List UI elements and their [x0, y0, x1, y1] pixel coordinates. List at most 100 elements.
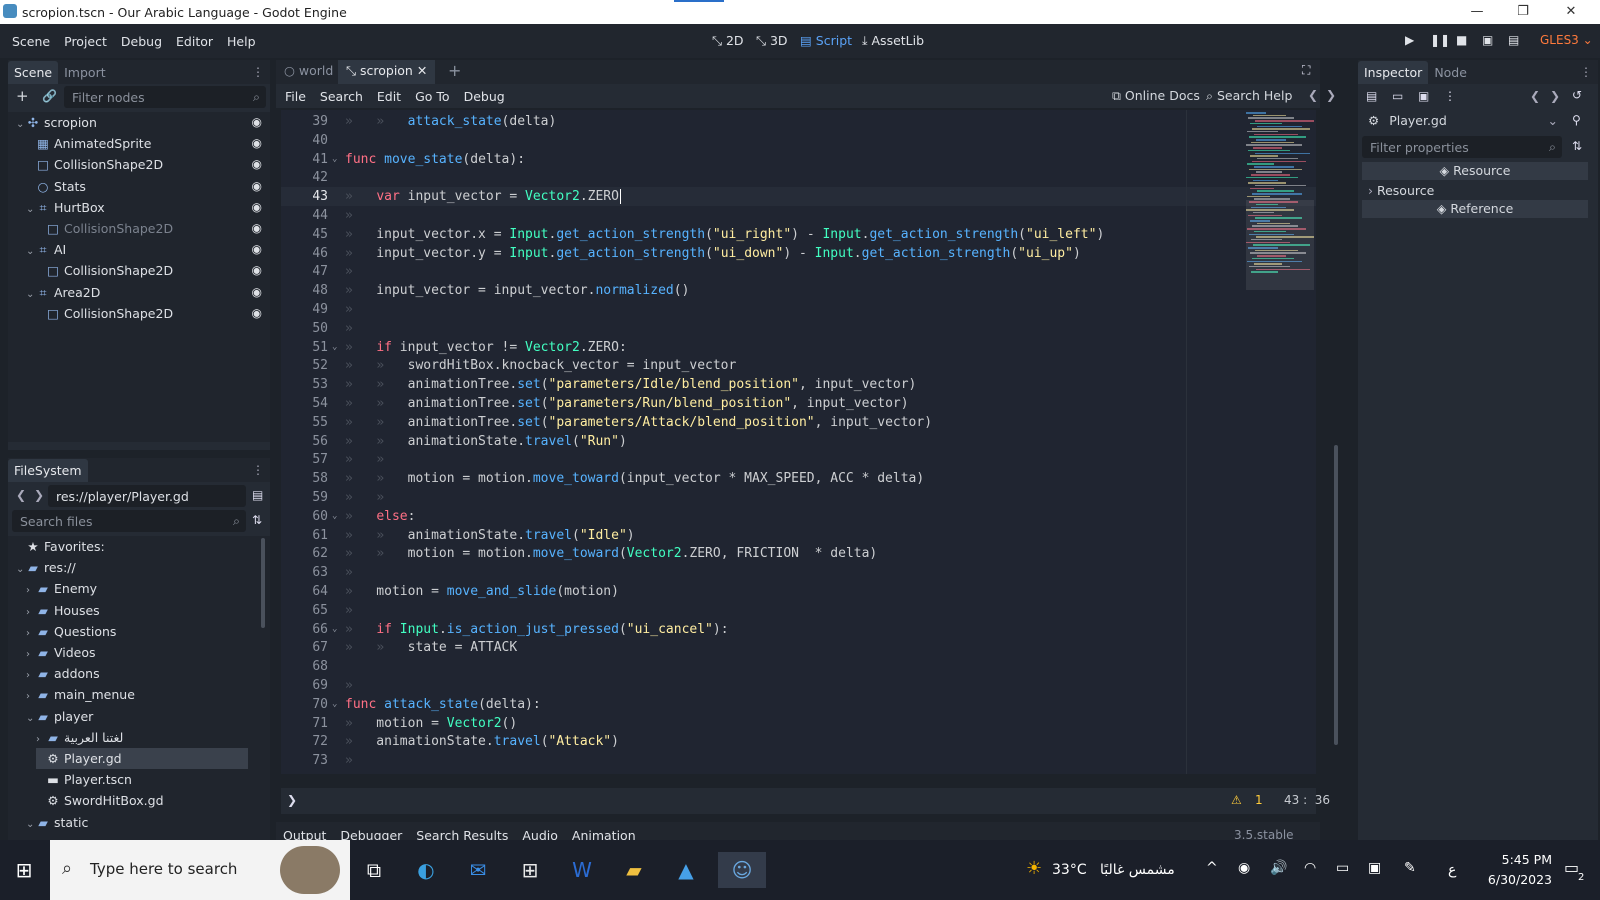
workspace-script-button[interactable]: ▤ Script: [800, 33, 852, 48]
path-field[interactable]: res://player/Player.gd: [48, 485, 246, 507]
input-language[interactable]: ع: [1448, 862, 1456, 878]
file-tree-item[interactable]: ★ Favorites:: [16, 536, 248, 557]
visibility-eye-icon[interactable]: ◉: [252, 133, 262, 154]
back-icon[interactable]: ❮: [16, 488, 26, 502]
distraction-free-icon[interactable]: ⛶: [1302, 63, 1310, 78]
new-resource-icon[interactable]: ▤: [1366, 89, 1377, 103]
code-line[interactable]: 55 » » animationTree.set("parameters/Atta…: [281, 413, 1316, 432]
expand-panel-icon[interactable]: ❯: [287, 793, 297, 807]
edge-icon[interactable]: ◐: [408, 852, 444, 888]
workspace-assetlib-button[interactable]: ⤓ AssetLib: [862, 33, 924, 49]
code-line[interactable]: 44 »: [281, 206, 1316, 225]
code-line[interactable]: 64 » motion = move_and_slide(motion): [281, 582, 1316, 601]
file-tree-item[interactable]: › ▰ main_menue: [26, 684, 248, 705]
add-tab-icon[interactable]: +: [448, 61, 461, 80]
code-line[interactable]: 54 » » animationTree.set("parameters/Run/…: [281, 394, 1316, 413]
object-selector[interactable]: ⚙ Player.gd ⌄: [1362, 110, 1562, 132]
chevron-right-icon[interactable]: ›: [36, 729, 46, 750]
chevron-down-icon[interactable]: ⌄: [26, 814, 36, 835]
file-tree-item[interactable]: › ▰ Videos: [26, 642, 248, 663]
visibility-eye-icon[interactable]: ◉: [252, 197, 262, 218]
code-line[interactable]: 47 »: [281, 262, 1316, 281]
minimap[interactable]: [1246, 112, 1314, 292]
scene-node[interactable]: ⌄ ⌗ AI ◉: [26, 239, 262, 260]
code-line[interactable]: 56 » » animationState.travel("Run"): [281, 432, 1316, 451]
scene-node[interactable]: □ CollisionShape2D ◉: [36, 303, 262, 324]
chevron-down-icon[interactable]: ⌄: [16, 114, 26, 135]
chevron-right-icon[interactable]: ›: [26, 580, 36, 601]
resource-menu-icon[interactable]: ⋮: [1444, 89, 1456, 103]
tab-world[interactable]: ○ world: [284, 63, 333, 78]
chevron-down-icon[interactable]: ⌄: [26, 708, 36, 729]
menu-help[interactable]: Help: [220, 34, 263, 49]
code-line[interactable]: 45 » input_vector.x = Input.get_action_st…: [281, 225, 1316, 244]
code-line[interactable]: 48 » input_vector = input_vector.normaliz…: [281, 281, 1316, 300]
code-line[interactable]: 58 » » motion = motion.move_toward(input_…: [281, 469, 1316, 488]
code-line[interactable]: 40: [281, 131, 1316, 150]
code-line[interactable]: 67 » » state = ATTACK: [281, 638, 1316, 657]
file-tree-item[interactable]: ⌄ ▰ static: [26, 812, 248, 833]
resource-group-row[interactable]: › Resource: [1368, 182, 1434, 200]
chevron-down-icon[interactable]: ⌄: [16, 559, 26, 580]
code-editor[interactable]: 39» » attack_state(delta) 40 41 ⌄ func move_…: [281, 110, 1316, 774]
chevron-down-icon[interactable]: ⌄: [26, 284, 36, 305]
filter-properties-input[interactable]: Filter properties ⌕: [1362, 136, 1562, 158]
renderer-select[interactable]: GLES3 ⌄: [1540, 33, 1593, 47]
script-menu-search[interactable]: Search: [313, 89, 370, 104]
volume-icon[interactable]: 🔊: [1270, 860, 1287, 876]
search-files-input[interactable]: Search files ⌕: [12, 510, 246, 532]
fs-scrollbar[interactable]: [261, 538, 265, 628]
chevron-right-icon[interactable]: ›: [26, 623, 36, 644]
dock-menu-icon[interactable]: ⋮: [252, 65, 264, 79]
visibility-eye-icon[interactable]: ◉: [252, 282, 262, 303]
scene-node[interactable]: ○ Stats ◉: [26, 176, 262, 197]
script-menu-edit[interactable]: Edit: [370, 89, 408, 104]
code-line[interactable]: 46 » input_vector.y = Input.get_action_st…: [281, 244, 1316, 263]
word-icon[interactable]: W: [564, 852, 600, 888]
scene-node[interactable]: ⌄ ⌗ Area2D ◉: [26, 282, 262, 303]
code-line[interactable]: 39 » » attack_state(delta): [281, 112, 1316, 131]
godot-taskbar-icon[interactable]: ☺: [718, 852, 766, 888]
history-back-icon[interactable]: ❮: [1530, 89, 1540, 103]
sort-icon[interactable]: ⇅: [252, 513, 262, 527]
visibility-eye-icon[interactable]: ◉: [252, 154, 262, 175]
windows-start-icon[interactable]: ⊞: [6, 852, 42, 888]
close-window-icon[interactable]: ✕: [1548, 0, 1594, 24]
code-line[interactable]: 68: [281, 657, 1316, 676]
notifications-icon[interactable]: ▭: [1564, 858, 1579, 877]
file-tree-item[interactable]: ⌄ ▰ res://: [16, 557, 248, 578]
play-scene-icon[interactable]: ▣: [1482, 33, 1493, 47]
filter-nodes-input[interactable]: Filter nodes ⌕: [64, 86, 266, 108]
workspace-2d-button[interactable]: ⤡ 2D: [712, 33, 744, 49]
visibility-eye-icon[interactable]: ◉: [252, 239, 262, 260]
code-line[interactable]: 60 ⌄ » else:: [281, 507, 1316, 526]
scene-node[interactable]: □ CollisionShape2D ◉: [36, 218, 262, 239]
menu-debug[interactable]: Debug: [114, 34, 169, 49]
history-forward-icon[interactable]: ❯: [1550, 89, 1560, 103]
close-tab-icon[interactable]: ✕: [417, 63, 427, 78]
chevron-down-icon[interactable]: ⌄: [26, 199, 36, 220]
play-icon[interactable]: ▶: [1405, 33, 1414, 47]
toggle-split-icon[interactable]: ▤: [252, 488, 263, 502]
fold-arrow-icon[interactable]: ⌄: [332, 338, 337, 357]
code-line[interactable]: 57 » »: [281, 450, 1316, 469]
file-tree-item[interactable]: › ▰ Houses: [26, 600, 248, 621]
file-tree-item[interactable]: › ▰ addons: [26, 663, 248, 684]
tab-inspector[interactable]: Inspector: [1358, 60, 1429, 84]
chevron-right-icon[interactable]: ›: [26, 665, 36, 686]
reference-section-header[interactable]: ◈ Reference: [1362, 200, 1588, 218]
code-line[interactable]: 62 » » motion = motion.move_toward(Vector…: [281, 544, 1316, 563]
tab-node[interactable]: Node: [1428, 61, 1473, 84]
code-line[interactable]: 52 » » swordHitBox.knocback_vector = inpu…: [281, 356, 1316, 375]
property-sort-icon[interactable]: ⇅: [1572, 139, 1582, 153]
scene-node[interactable]: □ CollisionShape2D ◉: [36, 260, 262, 281]
file-tree-item[interactable]: ⚙ SwordHitBox.gd: [36, 790, 248, 811]
file-explorer-icon[interactable]: ▰: [616, 852, 652, 888]
code-line[interactable]: 72 » animationState.travel("Attack"): [281, 732, 1316, 751]
fold-arrow-icon[interactable]: ⌄: [332, 507, 337, 526]
code-line[interactable]: 41 ⌄ func move_state(delta):: [281, 150, 1316, 169]
store-icon[interactable]: ⊞: [512, 852, 548, 888]
show-hidden-icons-icon[interactable]: ^: [1206, 860, 1218, 876]
file-tree-item[interactable]: ▬ Player.tscn: [36, 769, 248, 790]
fs-menu-icon[interactable]: ⋮: [252, 463, 264, 477]
